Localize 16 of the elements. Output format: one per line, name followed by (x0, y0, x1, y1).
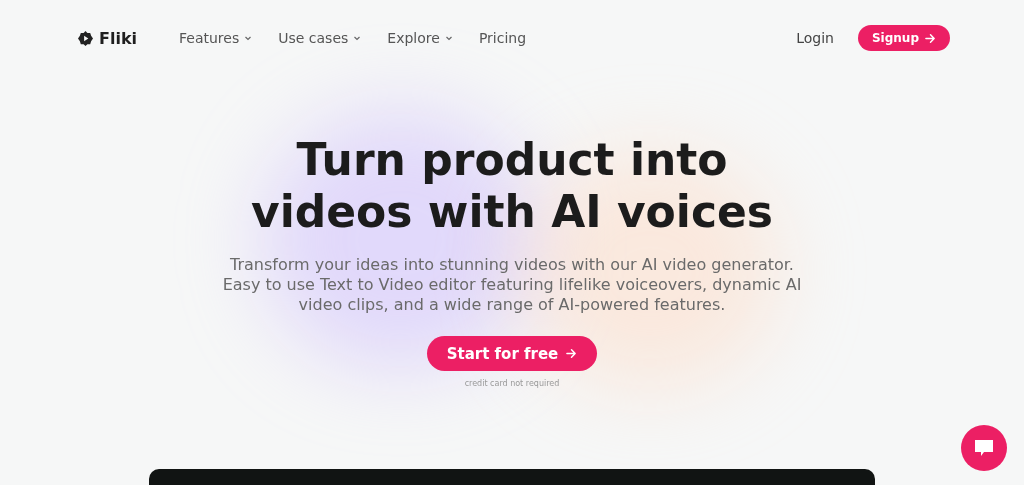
logo-icon (78, 30, 93, 46)
signup-button[interactable]: Signup (857, 25, 950, 51)
nav-menu-item[interactable]: Explore (387, 30, 453, 46)
arrow-icon (566, 348, 578, 359)
chat-icon (973, 438, 995, 458)
nav-menu-item[interactable]: Features (179, 30, 253, 46)
hero-title: Turn product into videos with AI voices (249, 134, 775, 238)
hero-subtitle: Transform your ideas into stunning videos with our AI video generator. Easy to use Text to Video editor featuring lifelike voiceovers, dynamic AI video clips, and a wide range of AI-powered features. (222, 255, 802, 315)
start-button[interactable]: Start for free (426, 336, 598, 371)
login-link[interactable]: Login (790, 29, 840, 47)
logo-text[interactable]: Fliki (99, 28, 138, 48)
nav-menu-item[interactable]: Pricing (478, 30, 527, 46)
credit-card-note: credit card not required (464, 379, 560, 388)
nav-menu-item[interactable]: Use cases (278, 30, 362, 46)
arrow-icon (925, 32, 936, 44)
chat-button[interactable] (961, 425, 1007, 471)
